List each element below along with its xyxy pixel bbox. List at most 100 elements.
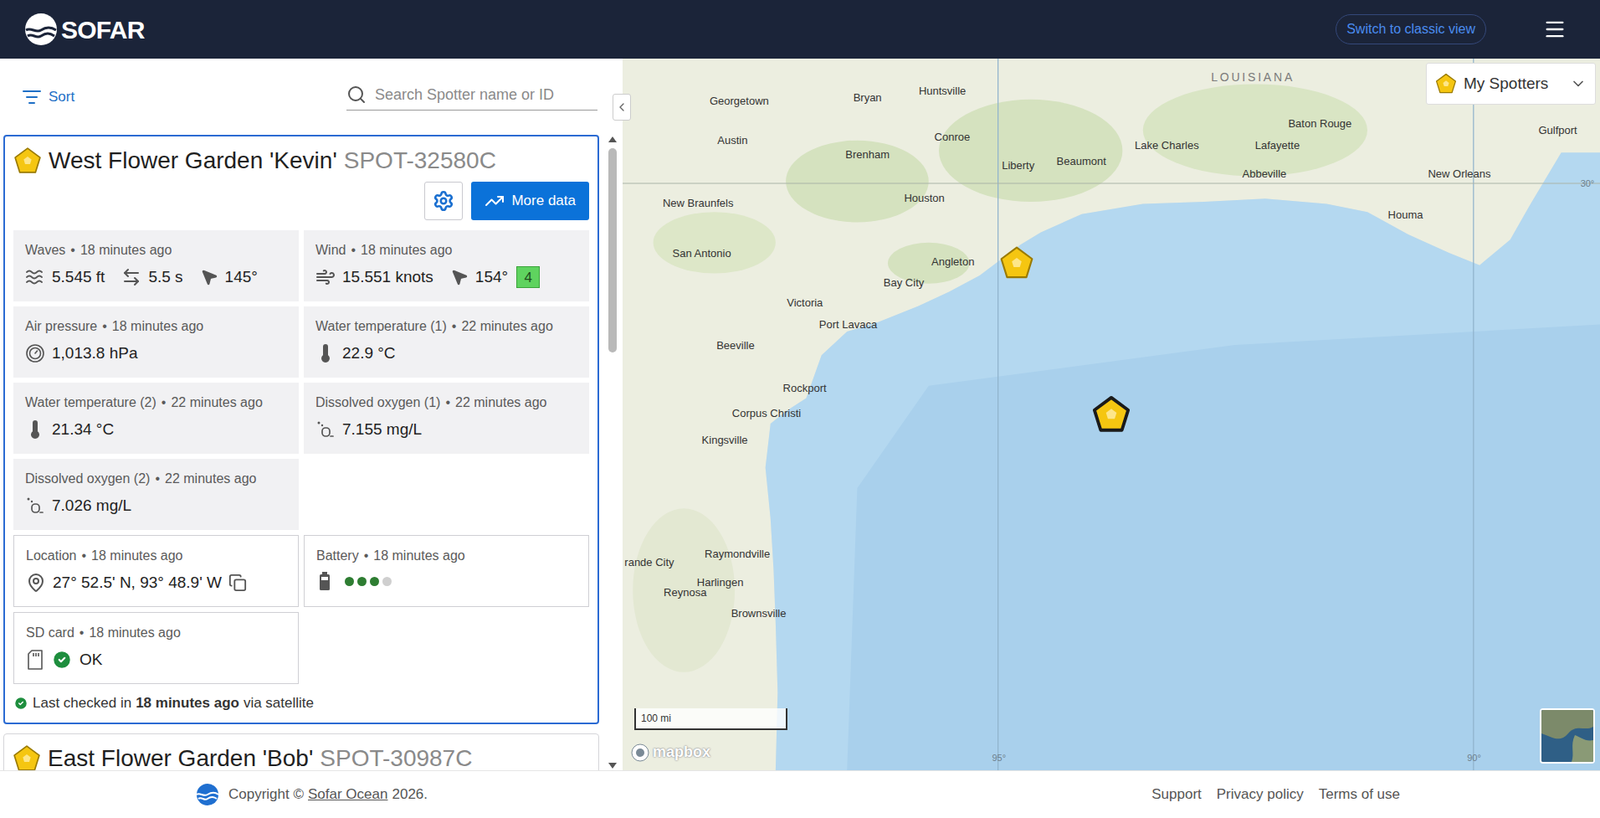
copyright-year: 2026. [391,783,428,806]
tile-values: 5.545 ft 5.5 s 145° [25,265,288,290]
tile-value: 22.9 °C [315,341,396,366]
footer-link[interactable]: Support [1151,783,1202,806]
measurement-tile: Water temperature (2)•22 minutes ago21.3… [13,382,299,454]
hamburger-menu-icon[interactable] [1543,17,1567,42]
tile-header: Battery•18 minutes ago [316,547,577,565]
scroll-thumb[interactable] [608,148,617,353]
map[interactable]: LOUISIANAGeorgetownBryanHuntsvilleBaton … [622,58,1600,770]
scroll-down-icon[interactable] [607,761,618,770]
location-icon [25,572,47,593]
map-label: Brenham [845,148,890,162]
last-checked-suffix: via satellite [243,692,314,714]
spotter-pin[interactable] [999,245,1035,281]
map-label: Rockport [783,381,827,395]
tile-values: 7.026 mg/L [25,493,288,518]
separator: • [364,547,370,565]
sort-icon [21,87,42,108]
oxygen-icon [315,419,336,440]
direction-icon [200,267,219,287]
chart-line-icon [484,190,505,211]
classic-view-button[interactable]: Switch to classic view [1335,14,1487,45]
footer-links: Support Privacy policy Terms of use [1151,783,1400,806]
logo[interactable]: SOFAR [24,10,145,49]
battery-dot [357,576,367,586]
scale-bar: 100 mi [634,707,788,730]
tile-value: 154° [450,265,508,290]
spotter-card[interactable]: East Flower Garden 'Bob'SPOT-30987C [3,733,600,771]
value-text: 5.545 ft [51,265,105,290]
map-label: Bay City [883,276,924,290]
more-data-label: More data [511,189,576,212]
copy-icon[interactable] [228,573,247,592]
footer-link[interactable]: Terms of use [1318,783,1400,806]
tile-age: 22 minutes ago [170,394,262,411]
map-label: Lake Charles [1134,138,1200,153]
company-link[interactable]: Sofar Ocean [307,783,388,806]
map-label: Georgetown [709,94,770,108]
tile-label: Water temperature (1) [315,317,447,335]
mapbox-logo-icon [630,743,650,762]
status-tile: SD card•18 minutes agoOK [13,611,299,684]
status-tile: Battery•18 minutes ago [303,534,590,607]
sort-button[interactable]: Sort [21,86,75,108]
list-scrollbar[interactable] [605,134,620,770]
tile-value: 7.026 mg/L [25,493,132,518]
pressure-gauge-icon [25,343,46,364]
status-check-icon [51,648,73,671]
value-text: 5.5 s [148,265,183,290]
spotter-pin[interactable] [1092,394,1131,434]
settings-button[interactable] [424,181,463,221]
tile-value: 1,013.8 hPa [25,341,138,366]
map-label: New Orleans [1427,167,1491,181]
spotter-filter-dropdown[interactable]: My Spotters [1425,62,1596,105]
spotter-id: SPOT-32580C [343,146,497,175]
scroll-up-icon[interactable] [607,134,618,144]
separator: • [154,470,160,488]
thermometer-icon [315,343,336,364]
last-checked-time: 18 minutes ago [135,692,240,714]
last-checked: Last checked in18 minutes agovia satelli… [13,692,590,714]
last-checked-prefix: Last checked in [32,692,132,714]
value-text: 1,013.8 hPa [51,341,138,366]
sd-status-text: OK [79,647,103,672]
app: SOFAR Switch to classic view Sort West Flow… [0,0,1600,818]
tile-header: Dissolved oxygen (2)•22 minutes ago [25,470,288,488]
spotter-icon [12,743,42,771]
search-input[interactable] [374,83,598,107]
tile-value: 145° [200,265,258,290]
separator: • [161,394,167,411]
footer: Copyright ©Sofar Ocean2026.SupportPrivac… [0,769,1600,818]
wind-badge: 4 [516,266,540,288]
map-label: Angleton [931,255,975,269]
map-label: rande City [624,555,674,570]
tile-header: Waves•18 minutes ago [25,241,288,259]
tile-age: 18 minutes ago [112,317,204,335]
sd-card-icon [25,648,45,671]
more-data-button[interactable]: More data [471,181,590,221]
gear-icon [432,189,455,212]
value-text: 22.9 °C [342,341,396,366]
tile-label: Wind [315,241,346,259]
map-label: San Antonio [672,246,732,261]
battery-level [344,576,392,586]
measurement-tile: Waves•18 minutes ago 5.545 ft 5.5 s 145° [13,230,299,302]
logo-text: SOFAR [61,10,145,49]
value-text: 7.155 mg/L [342,417,422,442]
separator: • [70,241,76,259]
oxygen-icon [25,495,46,516]
tile-header: Air pressure•18 minutes ago [25,317,288,335]
satellite-toggle[interactable] [1539,707,1595,764]
footer-link[interactable]: Privacy policy [1216,783,1304,806]
collapse-panel-button[interactable] [612,93,631,121]
search-field[interactable] [346,83,598,111]
tile-value: 5.5 s [121,265,183,290]
battery-dot [344,576,354,586]
map-label: Conroe [934,130,971,144]
tile-age: 18 minutes ago [373,547,465,565]
main: Sort West Flower Garden 'Kevin'SPOT-32580… [0,58,1600,770]
scroll-track [605,143,620,762]
spotter-card[interactable]: West Flower Garden 'Kevin'SPOT-32580CMor… [3,134,600,724]
satellite-thumbnail-icon [1541,709,1594,762]
location-text: 27° 52.5' N, 93° 48.9' W [52,570,222,595]
tile-header: Location•18 minutes ago [25,547,287,565]
